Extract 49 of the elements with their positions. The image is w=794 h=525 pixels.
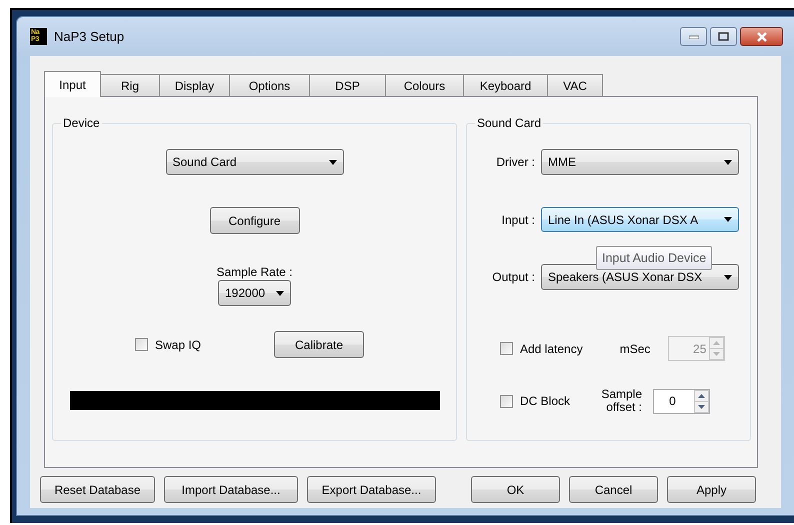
sample-rate-label: Sample Rate :	[216, 265, 293, 279]
dialog-button[interactable]: Cancel	[569, 476, 658, 503]
tab[interactable]: DSP	[309, 74, 386, 96]
checkbox[interactable]	[500, 342, 513, 355]
tab[interactable]: Options	[229, 74, 310, 96]
tab[interactable]: VAC	[547, 74, 603, 96]
dropdown[interactable]: Sound Card	[166, 149, 344, 175]
dialog-button[interactable]: Reset Database	[40, 476, 155, 503]
dropdown[interactable]: MME	[541, 149, 739, 175]
tooltip: Input Audio Device	[596, 246, 712, 270]
checkbox[interactable]	[500, 394, 513, 408]
spin-arrows-icon[interactable]	[694, 390, 710, 412]
close-button[interactable]	[740, 27, 783, 46]
caret-icon	[328, 160, 336, 164]
caret-icon	[276, 290, 284, 296]
calibrate-button[interactable]: Calibrate	[274, 331, 364, 358]
group-title: Device	[62, 116, 101, 130]
tab[interactable]: Keyboard	[463, 74, 548, 96]
close-icon	[756, 32, 768, 42]
maximize-icon	[718, 32, 729, 41]
field-label: Driver :	[495, 155, 535, 169]
dialog-button[interactable]: Apply	[667, 476, 756, 503]
number-spinner[interactable]: 0	[653, 388, 710, 414]
minimize-icon	[688, 34, 698, 38]
checkbox-label: Swap IQ	[154, 338, 202, 352]
caret-icon	[724, 217, 732, 222]
checkbox-label: Add latency	[520, 342, 583, 356]
configure-button[interactable]: Configure	[210, 207, 300, 234]
minimize-button[interactable]	[680, 27, 707, 46]
dropdown[interactable]: 192000	[218, 280, 291, 306]
dialog-button[interactable]: OK	[471, 476, 560, 503]
dialog-button[interactable]: Import Database...	[164, 476, 298, 503]
tab[interactable]: Rig	[100, 74, 160, 96]
maximize-button[interactable]	[710, 27, 737, 46]
tab[interactable]: Input	[44, 71, 101, 97]
tab[interactable]: Colours	[385, 74, 464, 96]
sample-offset-label: Sample offset :	[600, 388, 642, 414]
window-title: NaP3 Setup	[54, 29, 124, 44]
checkbox[interactable]	[134, 338, 148, 351]
dialog-button[interactable]: Export Database...	[307, 476, 436, 503]
tab[interactable]: Display	[159, 74, 230, 96]
checkbox-label: DC Block	[520, 394, 570, 408]
caret-icon	[724, 274, 732, 280]
msec-label: mSec	[620, 342, 650, 356]
group-title: Sound Card	[476, 116, 542, 130]
field-label: Output :	[491, 270, 535, 284]
dropdown[interactable]: Line In (ASUS Xonar DSX A	[541, 207, 739, 232]
field-label: Input :	[500, 212, 535, 226]
caret-icon	[724, 160, 732, 164]
